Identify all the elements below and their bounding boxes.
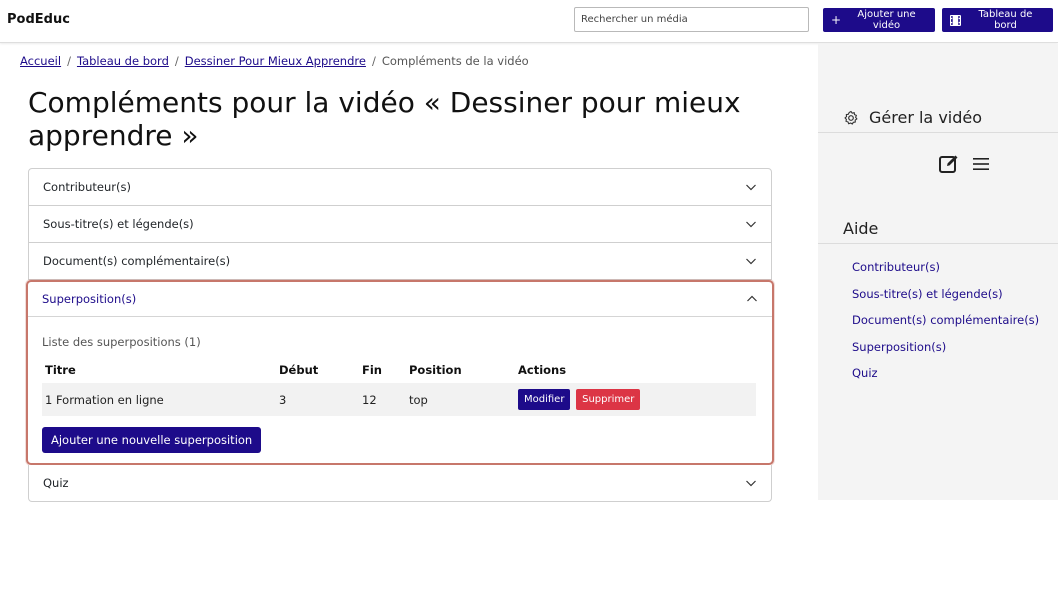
edit-overlay-button[interactable]: Modifier (518, 389, 571, 410)
help-link-subtitles[interactable]: Sous-titre(s) et légende(s) (852, 287, 1039, 314)
help-link-overlays[interactable]: Superposition(s) (852, 340, 1039, 367)
table-header-row: Titre Début Fin Position Actions (42, 363, 756, 383)
delete-overlay-button[interactable]: Supprimer (576, 389, 641, 410)
column-header-title: Titre (45, 363, 76, 377)
brand-logo[interactable]: PodEduc (7, 12, 70, 27)
help-link-quiz[interactable]: Quiz (852, 366, 1039, 393)
complements-accordion: Contributeur(s) Sous-titre(s) et légende… (26, 168, 774, 502)
accordion-header-contributors[interactable]: Contributeur(s) (29, 169, 771, 205)
chevron-down-icon (746, 221, 756, 228)
table-row: 1 Formation en ligne 3 12 top Modifier S… (42, 383, 756, 416)
breadcrumb-link-video[interactable]: Dessiner Pour Mieux Apprendre (185, 54, 366, 68)
dashboard-button[interactable]: Tableau de bord (942, 8, 1053, 32)
add-overlay-button[interactable]: Ajouter une nouvelle superposition (42, 427, 262, 453)
column-header-position: Position (409, 363, 462, 377)
chevron-down-icon (746, 258, 756, 265)
accordion-item-documents: Document(s) complémentaire(s) (28, 243, 772, 280)
overlays-table: Titre Début Fin Position Actions 1 Forma… (42, 363, 756, 416)
gear-icon (844, 110, 858, 125)
accordion-title: Contributeur(s) (43, 180, 131, 194)
accordion-title: Superposition(s) (42, 292, 137, 306)
column-header-start: Début (279, 363, 319, 377)
breadcrumb-separator: / (67, 54, 71, 68)
help-heading: Aide (818, 214, 1058, 244)
search-input[interactable] (574, 7, 809, 32)
accordion-title: Quiz (43, 476, 69, 490)
overlay-end-cell: 12 (359, 383, 406, 416)
breadcrumb-link-home[interactable]: Accueil (20, 54, 61, 68)
accordion-item-subtitles: Sous-titre(s) et légende(s) (28, 206, 772, 243)
column-header-actions: Actions (518, 363, 567, 377)
accordion-item-quiz: Quiz (28, 465, 772, 502)
help-links: Contributeur(s) Sous-titre(s) et légende… (852, 260, 1039, 393)
breadcrumb-separator: / (371, 54, 376, 68)
top-navbar: PodEduc + Ajouter une vidéo Tableau de b… (0, 0, 1058, 43)
help-link-documents[interactable]: Document(s) complémentaire(s) (852, 313, 1039, 340)
overlay-start-cell: 3 (276, 383, 359, 416)
accordion-title: Document(s) complémentaire(s) (43, 254, 231, 268)
accordion-header-quiz[interactable]: Quiz (29, 465, 771, 501)
edit-icon[interactable] (938, 153, 960, 175)
accordion-header-overlays[interactable]: Superposition(s) (28, 282, 772, 317)
breadcrumb-link-dashboard[interactable]: Tableau de bord (77, 54, 169, 68)
help-link-contributors[interactable]: Contributeur(s) (852, 260, 1039, 287)
page-title: Compléments pour la vidéo « Dessiner pou… (28, 86, 741, 152)
add-video-label: Ajouter une vidéo (857, 9, 916, 31)
accordion-item-overlays: Superposition(s) Liste des superposition… (26, 280, 774, 465)
overlay-actions-cell: Modifier Supprimer (515, 383, 756, 416)
plus-icon: + (831, 13, 842, 27)
menu-icon[interactable] (972, 156, 990, 172)
manage-video-title: Gérer la vidéo (869, 108, 983, 127)
accordion-title: Sous-titre(s) et légende(s) (43, 217, 194, 231)
chevron-down-icon (746, 480, 756, 487)
manage-tools (938, 153, 990, 175)
dashboard-label: Tableau de bord (978, 9, 1033, 31)
overlay-title-cell: 1 Formation en ligne (42, 383, 276, 416)
chevron-down-icon (746, 184, 756, 191)
overlays-panel: Liste des superpositions (1) Titre Début… (28, 317, 772, 463)
accordion-header-documents[interactable]: Document(s) complémentaire(s) (29, 243, 771, 279)
sidebar: Gérer la vidéo Aide Contributeur(s) Sous… (818, 44, 1058, 500)
overlays-list-caption: Liste des superpositions (1) (42, 335, 201, 349)
film-icon (950, 14, 961, 26)
chevron-up-icon (747, 295, 757, 302)
column-header-end: Fin (362, 363, 382, 377)
accordion-header-subtitles[interactable]: Sous-titre(s) et légende(s) (29, 206, 771, 242)
breadcrumb: Accueil / Tableau de bord / Dessiner Pou… (20, 54, 529, 68)
breadcrumb-current: Compléments de la vidéo (381, 54, 529, 68)
manage-video-heading: Gérer la vidéo (818, 103, 1058, 133)
breadcrumb-separator: / (174, 54, 179, 68)
accordion-item-contributors: Contributeur(s) (28, 168, 772, 206)
overlay-position-cell: top (406, 383, 515, 416)
add-video-button[interactable]: + Ajouter une vidéo (823, 8, 935, 32)
